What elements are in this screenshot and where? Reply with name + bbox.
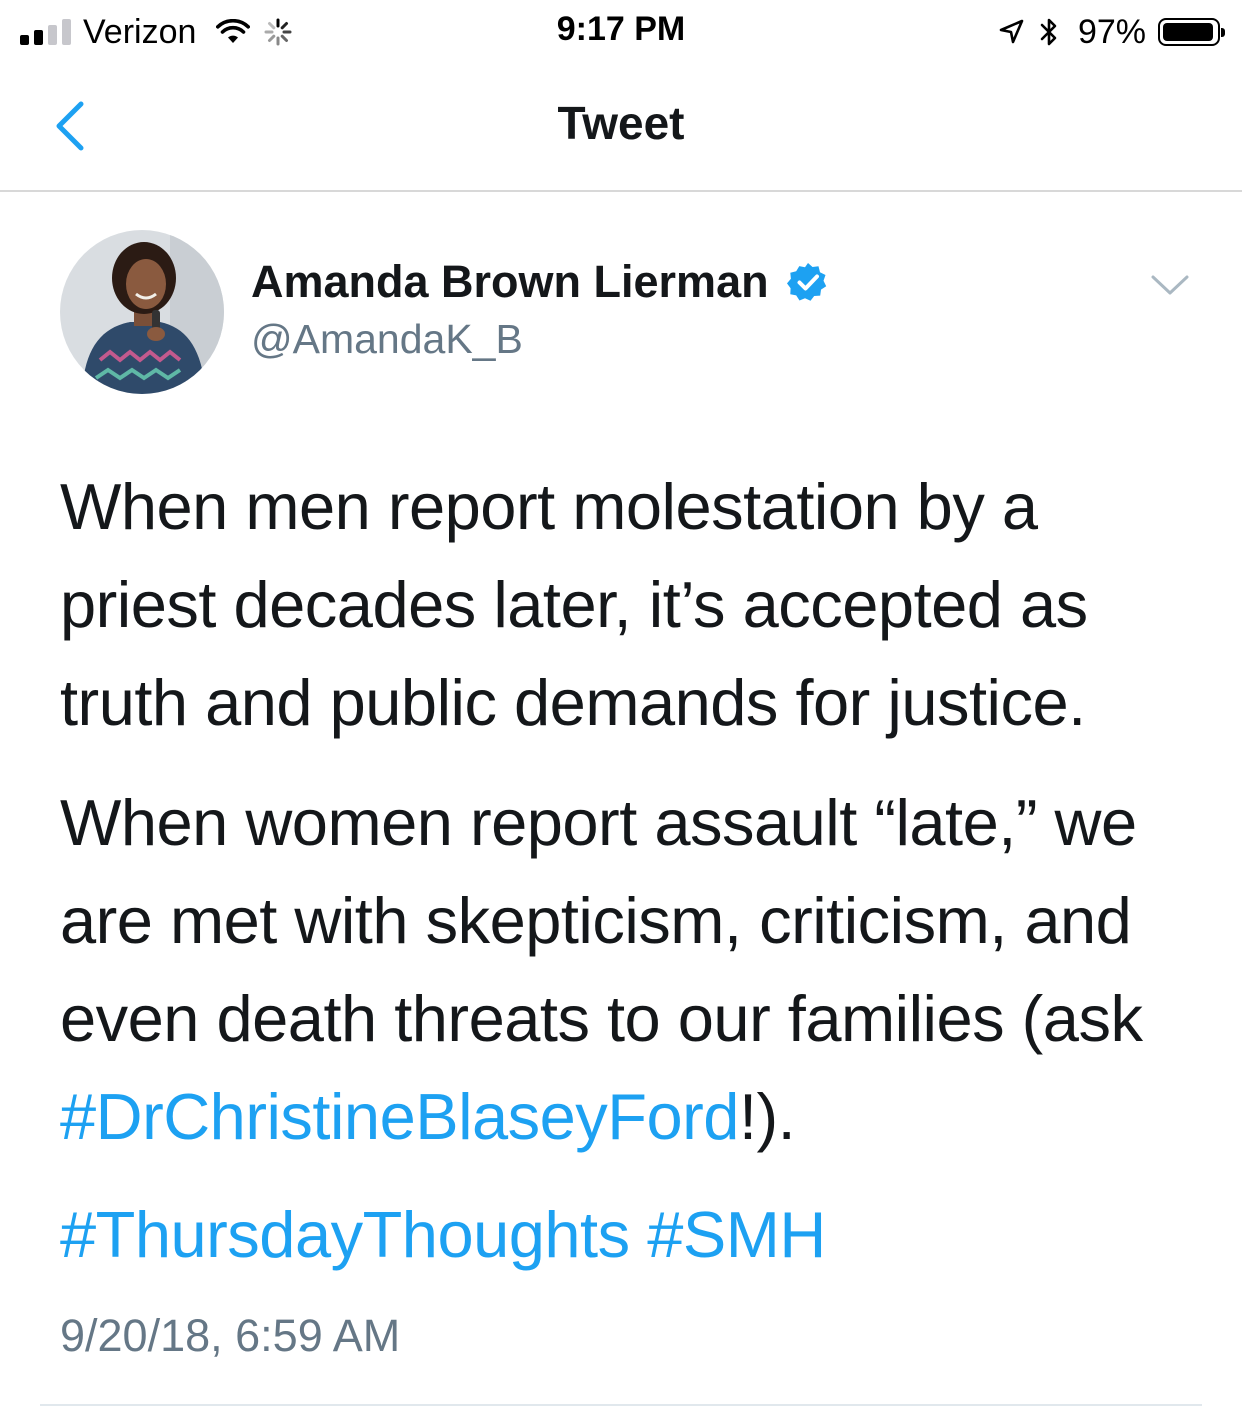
tweet-timestamp: 9/20/18, 6:59 AM [60,1310,401,1361]
author-name[interactable]: Amanda Brown Lierman [251,256,769,308]
bluetooth-icon [1040,18,1057,46]
avatar[interactable] [60,230,224,394]
battery-fill [1163,23,1214,41]
chevron-down-icon [1151,275,1189,295]
tweet-text: When men report molestation by a priest … [60,458,1190,1284]
hashtag-link[interactable]: #ThursdayThoughts [60,1198,630,1271]
status-bar: Verizon 9:17 PM 97% [0,0,1242,66]
tweet-paragraph-2-end: !). [738,1080,796,1153]
nav-bar: Tweet [0,66,1242,192]
tweet-paragraph-2-text: When women report assault “late,” we are… [60,786,1143,1055]
tweet-paragraph-1: When men report molestation by a priest … [60,470,1088,739]
author-name-row: Amanda Brown Lierman [251,256,829,308]
location-arrow-icon [999,19,1024,44]
tweet-menu-button[interactable] [1148,270,1192,300]
hashtag-link[interactable]: #DrChristineBlaseyFord [60,1080,739,1153]
divider [40,1404,1202,1406]
battery-icon [1158,18,1225,46]
status-right: 97% [998,12,1225,52]
verified-badge-icon [786,263,826,301]
hashtag-link[interactable]: #SMH [647,1198,826,1271]
page-title: Tweet [557,97,685,149]
tweet-paragraph-2: When women report assault “late,” we are… [60,774,1190,1166]
avatar-image [60,230,224,394]
author-handle[interactable]: @AmandaK_B [251,316,523,363]
hashtag-row: #ThursdayThoughts #SMH [60,1186,1190,1284]
battery-percentage: 97% [1077,12,1146,51]
